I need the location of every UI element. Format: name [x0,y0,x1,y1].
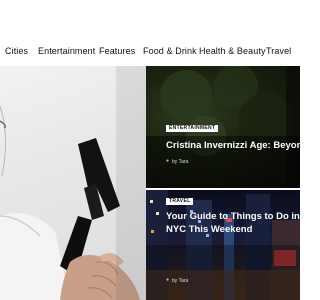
nav-item-food-drink[interactable]: Food & Drink [143,44,197,58]
card-title[interactable]: Cristina Invernizzi Age: Beyond [166,139,300,152]
card-photo-city [146,190,300,300]
card-title-line-1[interactable]: Your Guide to Things to Do in [166,210,300,223]
card-title-line-2[interactable]: NYC This Weekend [166,223,252,236]
nav-item-features[interactable]: Features [99,44,135,58]
site-header: Cities Entertainment Features Food & Dri… [0,0,300,66]
hero-grid: ENTERTAINMENT Cristina Invernizzi Age: B… [0,66,300,300]
author-icon: ● [166,277,170,283]
nav-item-entertainment[interactable]: Entertainment [38,44,95,58]
category-badge[interactable]: ENTERTAINMENT [166,125,219,132]
article-card-nyc-guide[interactable]: TRAVEL Your Guide to Things to Do in NYC… [146,190,300,300]
featured-card-left[interactable] [0,66,146,300]
card-byline: by Tara [172,278,189,284]
author-icon: ● [166,158,170,164]
article-card-cristina[interactable]: ENTERTAINMENT Cristina Invernizzi Age: B… [146,66,300,188]
main-nav: Cities Entertainment Features Food & Dri… [0,44,300,58]
featured-photo [0,66,146,300]
nav-item-health-beauty[interactable]: Health & Beauty [199,44,266,58]
nav-item-cities[interactable]: Cities [5,44,28,58]
card-byline: by Tara [172,159,189,165]
nav-item-travel[interactable]: Travel [266,44,291,58]
category-badge[interactable]: TRAVEL [166,198,194,205]
